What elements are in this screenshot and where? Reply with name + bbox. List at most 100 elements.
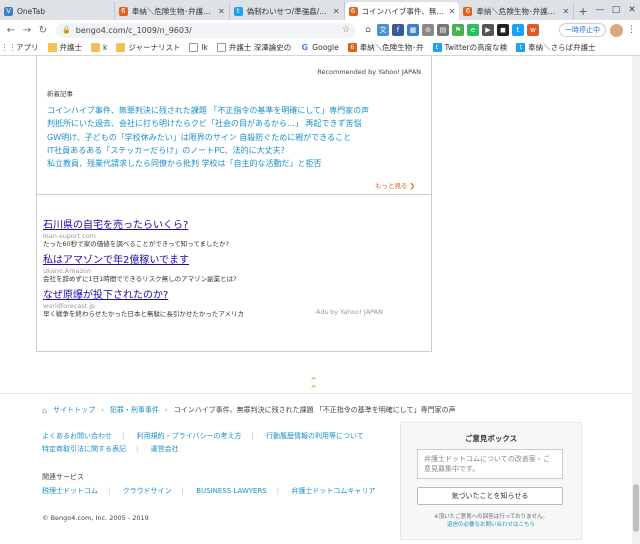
blocker-icon[interactable]: ⊘: [422, 24, 434, 36]
service-link[interactable]: 税理士ドットコム: [42, 487, 98, 495]
ad-item[interactable]: 私はアマゾンで年2億稼いでます ukano.Amazon 会社を辞めずに1日1時…: [43, 255, 244, 284]
lock-icon: 🔒: [62, 26, 71, 34]
close-icon[interactable]: ✕: [333, 7, 340, 16]
tab-bengo4-1[interactable]: 6 奉納＼危険生物･弁護士ドット ✕: [115, 2, 230, 20]
article-link[interactable]: 判抵所にいた過去、会社に打ち明けたらクビ「社会の目があるから…」 再起できず苦悩: [47, 117, 369, 130]
tab-strip: V OneTab 6 奉納＼危険生物･弁護士ドット ✕ t 偽制わいせつ/準強姦…: [0, 0, 640, 20]
bookmark-folder[interactable]: ジャーナリスト: [116, 42, 180, 53]
star-icon[interactable]: ☆: [342, 25, 350, 35]
minimize-icon[interactable]: —: [592, 0, 608, 20]
avatar[interactable]: [610, 23, 623, 37]
tabs-icon[interactable]: ▦: [407, 24, 419, 36]
flag-icon[interactable]: ⚑: [452, 24, 464, 36]
web-icon[interactable]: w: [527, 24, 539, 36]
article-link[interactable]: IT社員あるある「ステッカーだらけ」のノートPC、法的に大丈夫?: [47, 144, 369, 157]
feedback-input[interactable]: 弁護士ドットコムについての改善案・ご意見募集中です。: [417, 449, 563, 479]
ad-title[interactable]: なぜ原爆が投下されたのか?: [43, 290, 244, 302]
evernote-icon[interactable]: e: [467, 24, 479, 36]
tab-bengo4-2[interactable]: 6 奉納＼危険生物･弁護士ドット ✕: [459, 2, 575, 20]
forward-arrow-icon[interactable]: →: [20, 23, 34, 37]
footer-link[interactable]: 運営会社: [151, 445, 179, 453]
more-link[interactable]: もっと見る ❯: [375, 180, 415, 190]
feedback-title: ご意見ボックス: [464, 434, 518, 443]
bengo4-icon: 6: [347, 43, 357, 52]
footer-link[interactable]: よくあるお問い合わせ: [42, 432, 112, 440]
ad-item[interactable]: 石川県の自宅を売ったらいくら? loan-suport.com たった60秒で家…: [43, 220, 244, 249]
page-top-chevron-icon[interactable]: ⌃ ⌃: [309, 376, 318, 395]
apps-icon: ⋮⋮: [0, 43, 17, 52]
footer-link[interactable]: 行動履歴情報の利用等について: [266, 432, 364, 440]
bookmark-label: Google: [312, 43, 339, 52]
bookmark-label: 弁護士 深澤論史の: [228, 43, 292, 52]
bookmark-item[interactable]: G Google: [300, 43, 339, 52]
ad-title[interactable]: 石川県の自宅を売ったらいくら?: [43, 220, 244, 232]
maximize-icon[interactable]: □: [608, 0, 624, 20]
read-icon[interactable]: ▤: [437, 24, 449, 36]
tab-title: コインハイブ事件、無罪判決: [361, 6, 446, 16]
bengo4-icon: 6: [463, 6, 473, 16]
close-icon[interactable]: ✕: [449, 7, 456, 16]
bookmark-item[interactable]: 6 奉納＼危険生物･弁: [347, 42, 424, 53]
facebook-icon[interactable]: f: [392, 24, 404, 36]
address-bar[interactable]: 🔒 bengo4.com/c_1009/n_9603/ ☆: [56, 22, 356, 38]
onetab-icon: V: [4, 6, 13, 16]
google-icon: G: [300, 43, 310, 52]
footer-link[interactable]: 利用規約・プライバシーの考え方: [137, 432, 242, 440]
tab-twitter[interactable]: t 偽制わいせつ/準強姦/窃盗 ✕: [230, 2, 345, 20]
reload-icon[interactable]: ↻: [36, 23, 50, 37]
bookmark-label: 奉納＼さらば弁護士: [528, 43, 596, 52]
article-link[interactable]: 私立教員、残業代請求したら同僚から批判 学校は「自主的な活動だ」と拒否: [47, 157, 369, 170]
folder-icon: [91, 43, 100, 52]
service-link[interactable]: 弁護士ドットコムキャリア: [291, 487, 375, 495]
ad-description: 会社を辞めずに1日1時間でできるリスク無しのアマゾン副業とは?: [43, 275, 237, 283]
recommend-ad-box: Recommended by Yahoo! JAPAN 新着記事 コインハイブ事…: [36, 56, 432, 352]
service-link[interactable]: クラウドサイン: [123, 487, 172, 495]
footer-link[interactable]: 特定商取引法に関する表記: [42, 445, 126, 453]
bookmark-item[interactable]: t 奉納＼さらば弁護士: [516, 42, 596, 53]
feedback-note: ※頂いたご意見への回答は行っておりません。: [433, 514, 548, 520]
folder-icon: [47, 43, 57, 52]
bookmarks-bar: ⋮⋮ アプリ 弁護士 k ジャーナリスト lk 弁護士 深澤論史の G Goog…: [0, 40, 640, 56]
breadcrumb-category[interactable]: 犯罪・刑事事件: [110, 405, 159, 415]
breadcrumb-top[interactable]: サイトトップ: [53, 405, 95, 415]
breadcrumb-current: コインハイブ事件、無罪判決に残された課題 「不正指令の基準を明確にして」専門家の…: [173, 406, 456, 414]
bookmark-label: ジャーナリスト: [128, 43, 181, 52]
bengo4-icon: 6: [348, 6, 358, 16]
sync-paused-button[interactable]: 一時停止中: [559, 23, 606, 37]
service-link[interactable]: BUSINESS LAWYERS: [196, 487, 267, 495]
home-icon[interactable]: ⌂: [362, 24, 374, 36]
extensions: ⌂ 文 f ▦ ⊘ ▤ ⚑ e ▶ ◼ t w: [362, 24, 539, 36]
ext-icon[interactable]: ◼: [497, 24, 509, 36]
close-icon[interactable]: ✕: [563, 7, 570, 16]
bookmark-label: lk: [201, 43, 208, 52]
new-tab-button[interactable]: +: [574, 2, 592, 20]
tab-coinhive[interactable]: 6 コインハイブ事件、無罪判決 ✕: [344, 2, 460, 20]
bookmark-item[interactable]: lk: [189, 43, 208, 52]
video-icon[interactable]: ▶: [482, 24, 494, 36]
bookmark-folder[interactable]: k: [91, 43, 107, 52]
tab-onetab[interactable]: V OneTab: [0, 2, 115, 20]
scrollbar-thumb[interactable]: [633, 484, 639, 532]
feedback-submit-button[interactable]: 気づいたことを知らせる: [417, 487, 563, 505]
ad-description: 早く戦争を終わらせたかった日本と無駄に長引かせたかったアメリカ: [43, 310, 245, 318]
close-icon[interactable]: ✕: [218, 7, 225, 16]
back-arrow-icon[interactable]: ←: [4, 23, 18, 37]
bookmark-item[interactable]: 弁護士 深澤論史の: [216, 42, 292, 53]
ad-title[interactable]: 私はアマゾンで年2億稼いでます: [43, 255, 244, 267]
translate-icon[interactable]: 文: [377, 24, 389, 36]
bookmark-folder[interactable]: 弁護士: [47, 42, 82, 53]
close-window-icon[interactable]: ✕: [624, 0, 640, 20]
separator: |: [276, 487, 280, 495]
chevron-right-icon: ›: [101, 406, 104, 414]
menu-icon[interactable]: ⋮: [627, 25, 636, 35]
more-label: もっと見る: [374, 182, 408, 190]
bookmark-item[interactable]: t Twitterの高度な検: [432, 42, 507, 53]
ad-item[interactable]: なぜ原爆が投下されたのか? worldforecast.jp 早く戦争を終わらせ…: [43, 290, 244, 319]
article-link[interactable]: GW明け、子どもの「学校休みたい」は限界のサイン 自殺防ぐために親ができること: [47, 131, 369, 144]
bookmark-apps[interactable]: ⋮⋮ アプリ: [0, 42, 39, 53]
ad-description: たった60秒で家の価値を調べることができって知ってましたか?: [43, 240, 229, 248]
bird-icon[interactable]: t: [512, 24, 524, 36]
contact-link[interactable]: 返信の必要なお問い合わせはこちら: [401, 521, 581, 529]
article-link[interactable]: コインハイブ事件、無罪判決に残された課題 「不正指令の基準を明確にして」専門家の…: [47, 104, 369, 117]
scrollbar[interactable]: [632, 56, 640, 544]
